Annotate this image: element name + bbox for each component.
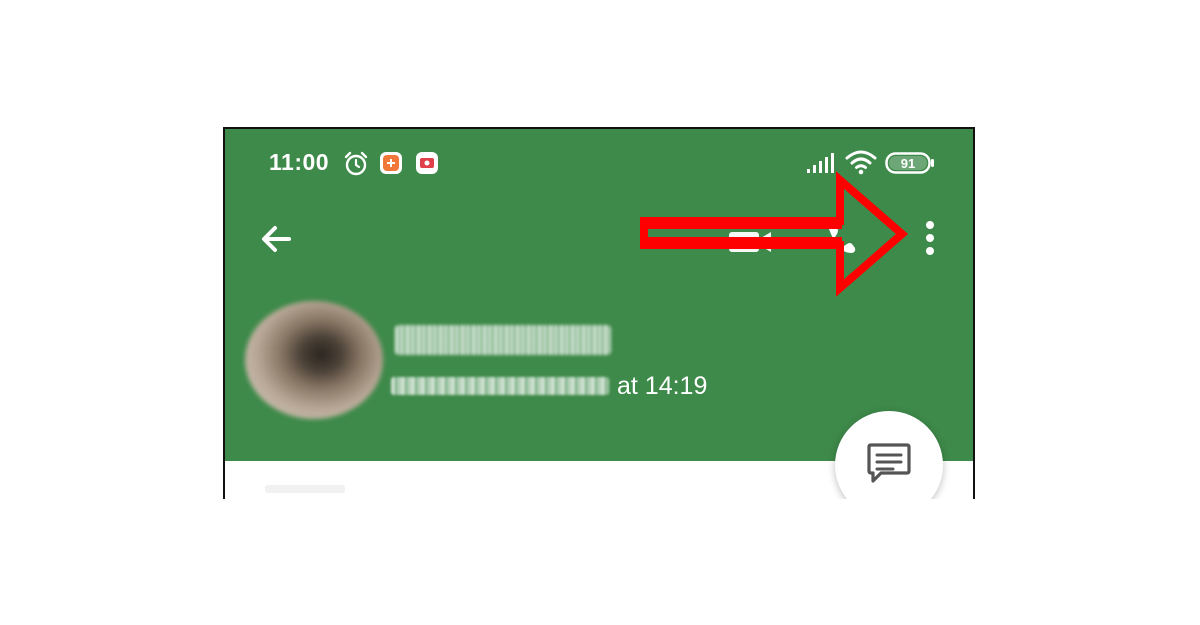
wifi-icon — [845, 149, 877, 180]
contact-name-redacted — [395, 325, 611, 355]
message-icon — [867, 443, 911, 483]
battery-level: 91 — [901, 156, 915, 171]
phone-screen: 11:00 91 at 14:19 — [223, 127, 975, 499]
last-seen-status: at 14:19 — [391, 371, 707, 401]
battery-icon: 91 — [885, 151, 935, 180]
more-vert-icon — [926, 221, 934, 255]
last-seen-time: at 14:19 — [617, 371, 708, 400]
video-call-icon[interactable] — [727, 229, 775, 260]
chat-header: 11:00 91 at 14:19 — [225, 129, 973, 461]
notification-app-icon — [379, 151, 403, 180]
more-options-button[interactable] — [913, 215, 947, 263]
alarm-icon — [343, 151, 369, 182]
last-seen-redacted — [391, 377, 609, 395]
content-placeholder — [265, 485, 345, 493]
contact-avatar[interactable] — [245, 301, 383, 419]
status-time: 11:00 — [269, 149, 330, 175]
arrow-left-icon — [262, 226, 291, 252]
back-button[interactable] — [255, 217, 299, 261]
voice-call-icon[interactable] — [825, 225, 857, 260]
signal-icon — [805, 151, 835, 180]
notification-app-icon-2 — [415, 151, 439, 180]
status-bar: 11:00 91 — [225, 129, 973, 199]
chat-toolbar — [225, 199, 973, 279]
